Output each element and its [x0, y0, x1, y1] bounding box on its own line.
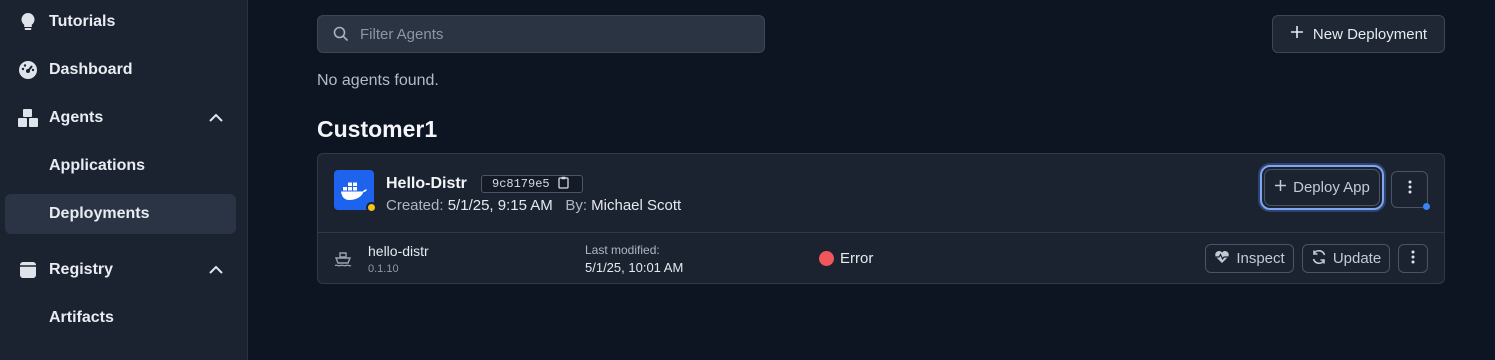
agent-card: Hello-Distr 9c8179e5 Created: 5/1/25, 9:… — [317, 153, 1445, 284]
clipboard-icon[interactable] — [557, 176, 569, 193]
empty-message: No agents found. — [317, 72, 439, 89]
sidebar-item-tutorials[interactable]: Tutorials — [5, 2, 236, 42]
agent-hash-chip[interactable]: 9c8179e5 — [481, 175, 583, 193]
boxes-icon — [17, 107, 39, 129]
created-value: 5/1/25, 9:15 AM — [447, 197, 553, 214]
chevron-up-icon[interactable] — [206, 108, 226, 128]
notification-dot — [1423, 203, 1430, 210]
sidebar-item-label: Deployments — [49, 205, 150, 222]
sidebar-item-label: Agents — [49, 109, 104, 126]
sidebar-item-agents[interactable]: Agents — [5, 98, 236, 138]
agent-hash: 9c8179e5 — [492, 177, 550, 191]
deploy-app-button[interactable]: Deploy App — [1260, 165, 1384, 210]
sidebar-item-dashboard[interactable]: Dashboard — [5, 50, 236, 90]
group-title: Customer1 — [317, 116, 438, 142]
sidebar: Tutorials Dashboard Agents Applications … — [0, 0, 248, 360]
sidebar-item-label: Dashboard — [49, 61, 133, 78]
sidebar-item-artifacts[interactable]: Artifacts — [5, 298, 236, 338]
search-icon — [332, 25, 350, 43]
sidebar-item-applications[interactable]: Applications — [5, 146, 236, 186]
kebab-icon — [1411, 250, 1415, 268]
app-version: 0.1.10 — [368, 263, 399, 275]
search-box[interactable] — [317, 15, 765, 53]
by-value: Michael Scott — [591, 197, 682, 214]
app-name: hello-distr — [368, 243, 429, 259]
new-deployment-label: New Deployment — [1312, 25, 1428, 43]
chevron-up-icon[interactable] — [206, 260, 226, 280]
inspect-button[interactable]: Inspect — [1205, 244, 1294, 273]
search-input[interactable] — [360, 25, 740, 43]
plus-icon — [1290, 25, 1304, 43]
deploy-app-inner: Deploy App — [1264, 169, 1380, 206]
agent-name: Hello-Distr — [386, 175, 467, 192]
deployment-menu-button[interactable] — [1398, 244, 1428, 273]
refresh-icon — [1311, 249, 1327, 269]
last-modified-label: Last modified: — [585, 243, 660, 257]
sidebar-item-label: Registry — [49, 261, 114, 278]
status-badge: Error — [819, 250, 873, 267]
main-content: New Deployment No agents found. Customer… — [249, 0, 1495, 360]
ship-icon — [334, 250, 352, 268]
heart-pulse-icon — [1214, 250, 1230, 268]
lightbulb-icon — [17, 11, 39, 33]
update-label: Update — [1332, 250, 1382, 267]
error-status-dot — [819, 251, 834, 266]
inspect-label: Inspect — [1236, 250, 1285, 267]
deploy-app-label: Deploy App — [1293, 179, 1370, 196]
sidebar-item-label: Applications — [49, 157, 146, 174]
agent-header: Hello-Distr 9c8179e5 Created: 5/1/25, 9:… — [318, 154, 1444, 233]
by-label: By: — [565, 197, 587, 214]
sidebar-item-deployments[interactable]: Deployments — [5, 194, 236, 234]
sidebar-item-label: Tutorials — [49, 13, 116, 30]
sidebar-item-label: Artifacts — [49, 309, 114, 326]
new-deployment-button[interactable]: New Deployment — [1272, 15, 1445, 53]
gauge-icon — [17, 59, 39, 81]
sidebar-item-registry[interactable]: Registry — [5, 250, 236, 290]
update-button[interactable]: Update — [1302, 244, 1390, 273]
agent-status-dot — [366, 202, 377, 213]
last-modified-value: 5/1/25, 10:01 AM — [585, 260, 684, 275]
deployment-row: hello-distr 0.1.10 Last modified: 5/1/25… — [318, 234, 1444, 283]
agent-meta: Created: 5/1/25, 9:15 AM By: Michael Sco… — [386, 197, 681, 214]
status-text: Error — [840, 250, 874, 267]
agent-menu-button[interactable] — [1391, 171, 1430, 210]
plus-icon — [1274, 179, 1287, 196]
database-icon — [17, 259, 39, 281]
created-label: Created: — [386, 197, 444, 214]
kebab-icon — [1408, 180, 1412, 199]
